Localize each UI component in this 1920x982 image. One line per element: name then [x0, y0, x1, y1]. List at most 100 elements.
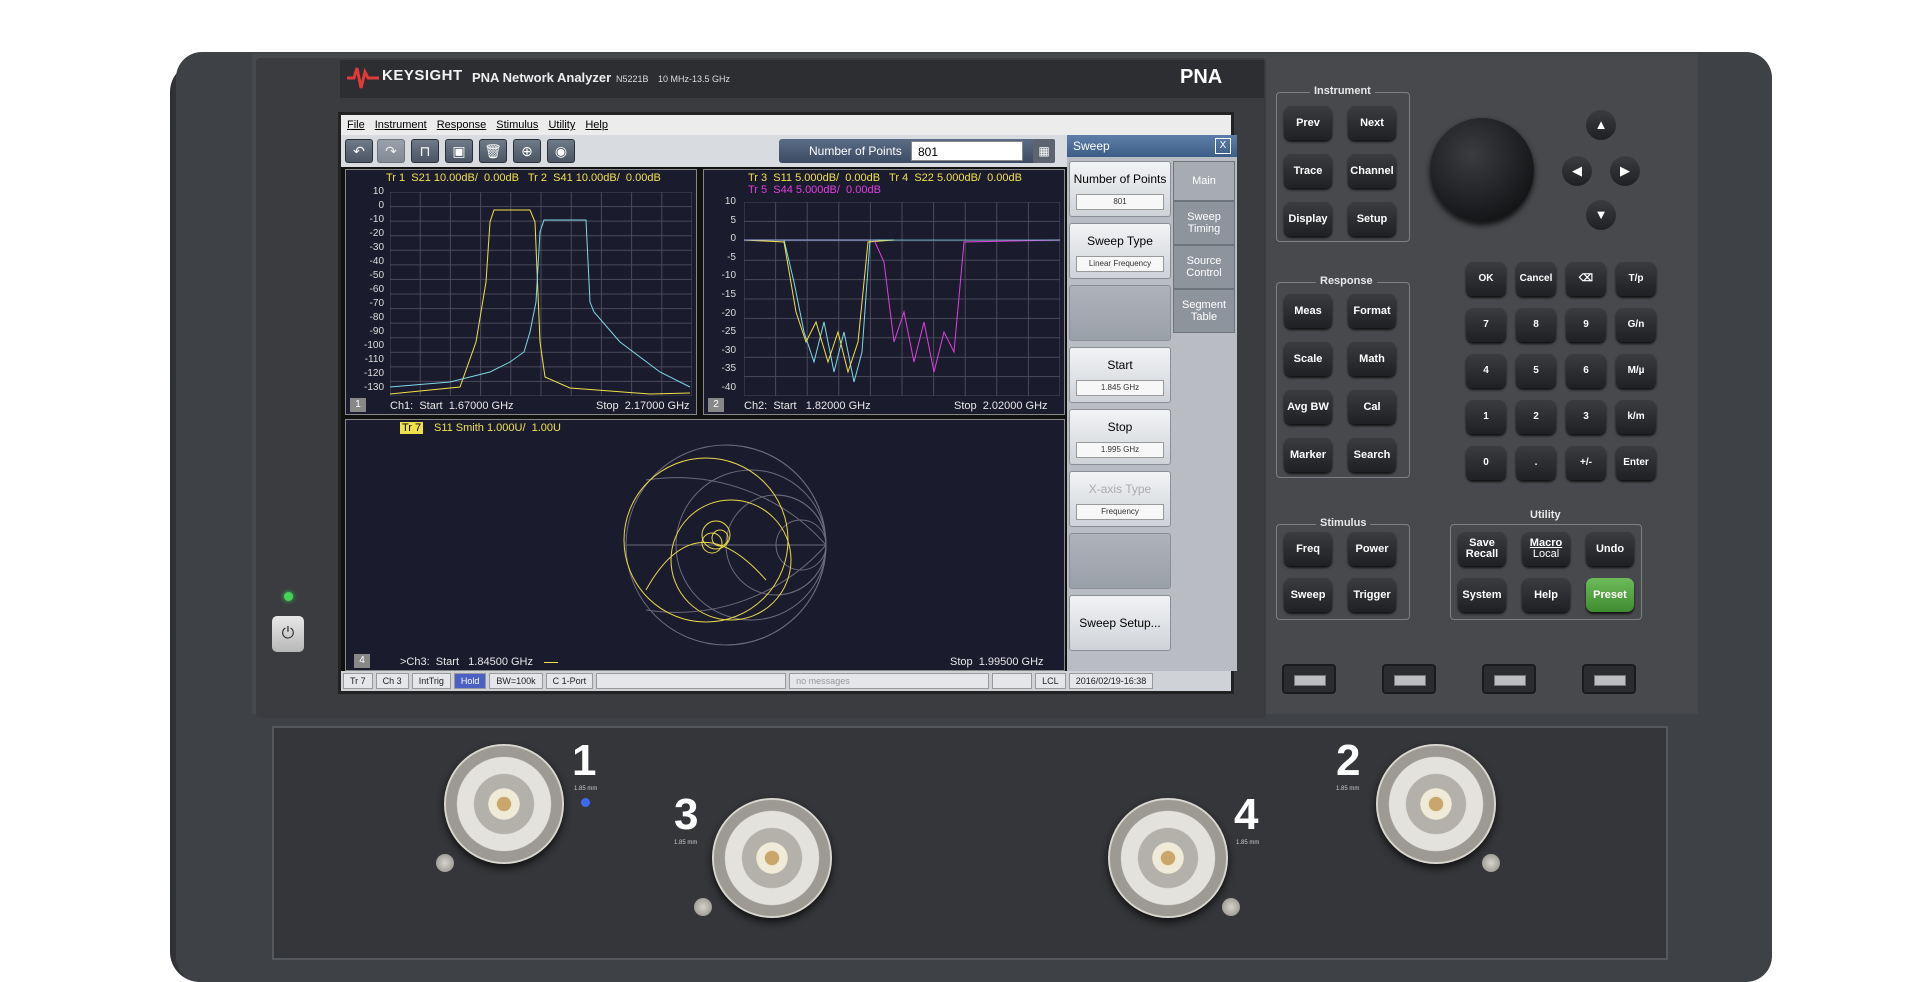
keypad-key[interactable]: 5 — [1516, 354, 1556, 388]
trace-key[interactable]: Trace — [1284, 154, 1332, 188]
tab-sweep-timing[interactable]: Sweep Timing — [1173, 201, 1235, 245]
port-1-led — [581, 798, 590, 807]
keypad-key[interactable]: G/n — [1616, 308, 1656, 342]
macro-local-key[interactable]: Macro Local — [1522, 532, 1570, 566]
arrow-down-icon[interactable]: ▼ — [1586, 200, 1616, 230]
arrow-up-icon[interactable]: ▲ — [1586, 110, 1616, 140]
port-2-connector: 1.85 mm — [1336, 786, 1360, 792]
search-key[interactable]: Search — [1348, 438, 1396, 472]
meas-key[interactable]: Meas — [1284, 294, 1332, 328]
keypad-key[interactable]: 6 — [1566, 354, 1606, 388]
undo-key[interactable]: Undo — [1586, 532, 1634, 566]
menu-instrument[interactable]: Instrument — [375, 119, 427, 131]
y-tick-label: -5 — [727, 251, 736, 263]
status-hold[interactable]: Hold — [453, 673, 487, 689]
keypad-key[interactable]: T/p — [1616, 262, 1656, 296]
zoom-icon[interactable]: ⊕ — [513, 139, 541, 163]
softkey-sweep-setup[interactable]: Sweep Setup... — [1069, 595, 1171, 651]
scale-key[interactable]: Scale — [1284, 342, 1332, 376]
menu-help[interactable]: Help — [585, 119, 608, 131]
arrow-left-icon[interactable]: ◀ — [1562, 156, 1592, 186]
port-3-connector: 1.85 mm — [674, 840, 698, 846]
avg-bw-key[interactable]: Avg BW — [1284, 390, 1332, 424]
display-key[interactable]: Display — [1284, 202, 1332, 236]
marker-key[interactable]: Marker — [1284, 438, 1332, 472]
keypad-key[interactable]: 4 — [1466, 354, 1506, 388]
camera-icon[interactable]: ◉ — [547, 139, 575, 163]
keypad-key[interactable]: Cancel — [1516, 262, 1556, 296]
y-tick-label: -130 — [363, 382, 384, 393]
status-bandwidth[interactable]: BW=100k — [489, 673, 543, 689]
format-key[interactable]: Format — [1348, 294, 1396, 328]
keypad-key[interactable]: M/µ — [1616, 354, 1656, 388]
delete-icon[interactable]: 🗑 — [479, 139, 507, 163]
close-icon[interactable]: X — [1215, 138, 1231, 154]
help-key[interactable]: Help — [1522, 578, 1570, 612]
win2-stop: Stop 2.02000 GHz — [954, 400, 1048, 412]
marker-icon[interactable]: ⊓ — [411, 139, 439, 163]
softkey-sweep-type[interactable]: Sweep Type Linear Frequency — [1069, 223, 1171, 279]
keypad-key[interactable]: 2 — [1516, 400, 1556, 434]
recall-label: Recall — [1465, 548, 1499, 560]
keypad-key[interactable]: 0 — [1466, 446, 1506, 480]
softkey-start[interactable]: Start 1.845 GHz — [1069, 347, 1171, 403]
instrument-group-label: Instrument — [1310, 85, 1375, 97]
redo-icon[interactable]: ↷ — [377, 139, 405, 163]
menu-stimulus[interactable]: Stimulus — [496, 119, 538, 131]
tab-segment-table[interactable]: Segment Table — [1173, 289, 1235, 333]
tab-source-control[interactable]: Source Control — [1173, 245, 1235, 289]
number-of-points-input[interactable]: 801 — [911, 141, 1023, 161]
status-cal[interactable]: C 1-Port — [545, 673, 594, 689]
trace-window-1[interactable]: Tr 1 S21 10.00dB/ 0.00dB Tr 2 S41 10.00d… — [345, 169, 697, 415]
menu-response[interactable]: Response — [437, 119, 487, 131]
freq-key[interactable]: Freq — [1284, 532, 1332, 566]
keypad-key[interactable]: . — [1516, 446, 1556, 480]
port-4-number: 4 — [1234, 790, 1259, 839]
keypad-key[interactable]: 9 — [1566, 308, 1606, 342]
keypad-key[interactable]: OK — [1466, 262, 1506, 296]
softkey-label: Start — [1107, 358, 1133, 372]
port-3-number: 3 — [674, 790, 699, 839]
next-key[interactable]: Next — [1348, 106, 1396, 140]
power-key[interactable]: Power — [1348, 532, 1396, 566]
prev-key[interactable]: Prev — [1284, 106, 1332, 140]
keypad-key[interactable]: 1 — [1466, 400, 1506, 434]
keypad-key[interactable]: ⌫ — [1566, 262, 1606, 296]
status-trigger[interactable]: IntTrig — [411, 673, 451, 689]
screenshot-icon[interactable]: ▣ — [445, 139, 473, 163]
menu-file[interactable]: File — [347, 119, 365, 131]
sweep-key[interactable]: Sweep — [1284, 578, 1332, 612]
y-tick-label: -40 — [369, 256, 384, 267]
win1-start: Ch1: Start 1.67000 GHz — [390, 400, 514, 412]
setup-key[interactable]: Setup — [1348, 202, 1396, 236]
softkey-stop[interactable]: Stop 1.995 GHz — [1069, 409, 1171, 465]
keypad-key[interactable]: 8 — [1516, 308, 1556, 342]
tab-main[interactable]: Main — [1173, 161, 1235, 201]
trace-window-smith[interactable]: Tr 7 S11 Smith 1.000U/ 1.00U 4 >Ch3: Sta… — [345, 419, 1065, 671]
math-key[interactable]: Math — [1348, 342, 1396, 376]
keypad-key[interactable]: k/m — [1616, 400, 1656, 434]
keypad-icon[interactable]: ▦ — [1033, 139, 1055, 163]
cal-key[interactable]: Cal — [1348, 390, 1396, 424]
trigger-key[interactable]: Trigger — [1348, 578, 1396, 612]
keypad-key[interactable]: 3 — [1566, 400, 1606, 434]
undo-icon[interactable]: ↶ — [345, 139, 373, 163]
keypad-key[interactable]: 7 — [1466, 308, 1506, 342]
arrow-right-icon[interactable]: ▶ — [1610, 156, 1640, 186]
rotary-knob[interactable] — [1430, 118, 1534, 222]
save-recall-key[interactable]: Save Recall — [1458, 532, 1506, 566]
status-trace[interactable]: Tr 7 — [343, 673, 373, 689]
power-button[interactable]: ⏻ — [272, 616, 304, 652]
y-tick-label: -15 — [721, 289, 736, 300]
menu-utility[interactable]: Utility — [548, 119, 575, 131]
status-channel[interactable]: Ch 3 — [375, 673, 409, 689]
softkey-number-of-points[interactable]: Number of Points 801 — [1069, 161, 1171, 217]
preset-key[interactable]: Preset — [1586, 578, 1634, 612]
test-port-3 — [712, 798, 832, 918]
power-led — [284, 592, 293, 601]
keypad-key[interactable]: Enter — [1616, 446, 1656, 480]
trace-window-2[interactable]: Tr 3 S11 5.000dB/ 0.00dB Tr 4 S22 5.000d… — [703, 169, 1065, 415]
keypad-key[interactable]: +/- — [1566, 446, 1606, 480]
channel-key[interactable]: Channel — [1348, 154, 1396, 188]
system-key[interactable]: System — [1458, 578, 1506, 612]
